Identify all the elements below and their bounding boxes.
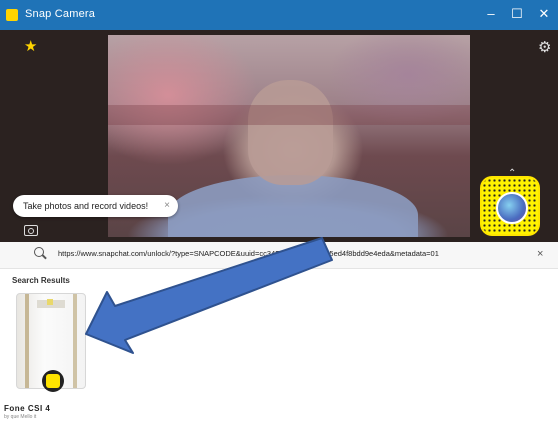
active-lens-snapcode[interactable]	[482, 178, 538, 234]
window-title: Snap Camera	[25, 8, 96, 20]
lens-name: Fone CSI 4	[4, 404, 51, 413]
title-bar: Snap Camera – ☐ ✕	[0, 0, 558, 30]
tooltip-text: Take photos and record videos!	[23, 201, 149, 211]
preview-motion-blur	[108, 105, 470, 125]
camera-capture-icon[interactable]	[24, 225, 38, 236]
lens-badge-inner	[46, 374, 60, 388]
close-window-button[interactable]: ✕	[532, 4, 556, 24]
tooltip-close-icon[interactable]: ×	[164, 195, 170, 217]
lens-author: by que Mello it	[4, 414, 37, 420]
thumb-light	[47, 299, 53, 305]
active-lens-icon	[496, 192, 528, 224]
lens-result-card[interactable]	[16, 293, 88, 393]
maximize-button[interactable]: ☐	[505, 4, 529, 24]
search-results-heading: Search Results	[12, 276, 70, 285]
clear-search-icon[interactable]: ×	[537, 248, 543, 260]
search-icon	[34, 247, 44, 257]
lens-badge-icon	[42, 370, 64, 392]
preview-person-head	[248, 80, 333, 185]
settings-gear-icon[interactable]: ⚙	[538, 38, 551, 56]
lens-search-bar[interactable]: https://www.snapchat.com/unlock/?type=SN…	[0, 242, 558, 269]
search-input[interactable]: https://www.snapchat.com/unlock/?type=SN…	[58, 249, 538, 258]
favorites-star-icon[interactable]: ★	[24, 37, 37, 55]
thumb-strip-right	[73, 294, 77, 388]
thumb-strip-left	[25, 294, 29, 388]
snap-camera-app-icon	[6, 9, 18, 21]
capture-tooltip: Take photos and record videos! ×	[13, 195, 178, 217]
minimize-button[interactable]: –	[479, 4, 503, 24]
